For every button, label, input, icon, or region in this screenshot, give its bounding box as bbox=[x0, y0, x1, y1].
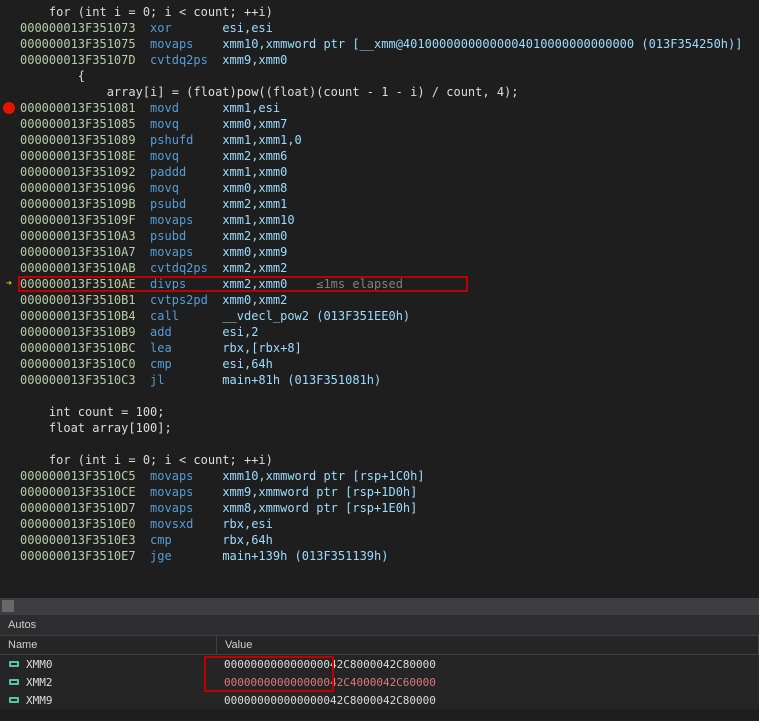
autos-row[interactable]: XMM0 000000000000000042C8000042C80000 bbox=[0, 655, 759, 673]
asm-line: 000000013F3510C3 jl main+81h (013F351081… bbox=[0, 372, 759, 388]
register-name: XMM2 bbox=[26, 676, 53, 689]
asm-line: 000000013F351085 movq xmm0,xmm7 bbox=[0, 116, 759, 132]
register-icon bbox=[8, 694, 20, 706]
asm-line: 000000013F351075 movaps xmm10,xmmword pt… bbox=[0, 36, 759, 52]
autos-row[interactable]: XMM2 000000000000000042C4000042C60000 bbox=[0, 673, 759, 691]
asm-line: 000000013F35107D cvtdq2ps xmm9,xmm0 bbox=[0, 52, 759, 68]
disassembly-pane[interactable]: for (int i = 0; i < count; ++i) 00000001… bbox=[0, 0, 759, 598]
asm-line: 000000013F3510A7 movaps xmm0,xmm9 bbox=[0, 244, 759, 260]
asm-line: 000000013F35109B psubd xmm2,xmm1 bbox=[0, 196, 759, 212]
register-name: XMM9 bbox=[26, 694, 53, 707]
register-icon bbox=[8, 676, 20, 688]
asm-line: 000000013F351089 pshufd xmm1,xmm1,0 bbox=[0, 132, 759, 148]
elapsed-time-badge: ≤1ms elapsed bbox=[316, 277, 403, 291]
source-line: int count = 100; bbox=[0, 404, 759, 420]
breakpoint-icon[interactable] bbox=[2, 100, 16, 116]
blank-line bbox=[0, 388, 759, 404]
col-header-name[interactable]: Name bbox=[0, 636, 217, 654]
source-line: for (int i = 0; i < count; ++i) bbox=[0, 452, 759, 468]
asm-line: 000000013F3510BC lea rbx,[rbx+8] bbox=[0, 340, 759, 356]
asm-line: 000000013F3510CE movaps xmm9,xmmword ptr… bbox=[0, 484, 759, 500]
register-icon bbox=[8, 658, 20, 670]
current-line-arrow-icon: ➔ bbox=[2, 276, 16, 292]
asm-line: 000000013F351096 movq xmm0,xmm8 bbox=[0, 180, 759, 196]
register-value[interactable]: 000000000000000042C4000042C60000 bbox=[216, 676, 759, 689]
register-value[interactable]: 000000000000000042C8000042C80000 bbox=[216, 658, 759, 671]
source-line: float array[100]; bbox=[0, 420, 759, 436]
asm-line: 000000013F351073 xor esi,esi bbox=[0, 20, 759, 36]
col-header-value[interactable]: Value bbox=[217, 636, 759, 654]
asm-line: 000000013F3510AB cvtdq2ps xmm2,xmm2 bbox=[0, 260, 759, 276]
asm-line: 000000013F3510D7 movaps xmm8,xmmword ptr… bbox=[0, 500, 759, 516]
autos-panel: Autos Name Value XMM0 000000000000000042… bbox=[0, 614, 759, 709]
asm-line: 000000013F3510B9 add esi,2 bbox=[0, 324, 759, 340]
asm-line: 000000013F3510B1 cvtps2pd xmm0,xmm2 bbox=[0, 292, 759, 308]
asm-line: 000000013F3510E0 movsxd rbx,esi bbox=[0, 516, 759, 532]
register-value[interactable]: 000000000000000042C8000042C80000 bbox=[216, 694, 759, 707]
autos-row[interactable]: XMM9 000000000000000042C8000042C80000 bbox=[0, 691, 759, 709]
asm-line-breakpoint[interactable]: 000000013F351081 movd xmm1,esi bbox=[0, 100, 759, 116]
asm-line: 000000013F3510E3 cmp rbx,64h bbox=[0, 532, 759, 548]
asm-line: 000000013F3510C0 cmp esi,64h bbox=[0, 356, 759, 372]
autos-title: Autos bbox=[0, 615, 759, 635]
asm-line: 000000013F35109F movaps xmm1,xmm10 bbox=[0, 212, 759, 228]
asm-line: 000000013F3510E7 jge main+139h (013F3511… bbox=[0, 548, 759, 564]
horizontal-scrollbar[interactable] bbox=[0, 598, 759, 614]
asm-line-current: ➔000000013F3510AE divps xmm2,xmm0 ≤1ms e… bbox=[0, 276, 759, 292]
blank-line bbox=[0, 436, 759, 452]
register-name: XMM0 bbox=[26, 658, 53, 671]
asm-line: 000000013F351092 paddd xmm1,xmm0 bbox=[0, 164, 759, 180]
source-line: for (int i = 0; i < count; ++i) bbox=[0, 4, 759, 20]
asm-line: 000000013F3510B4 call __vdecl_pow2 (013F… bbox=[0, 308, 759, 324]
source-line: array[i] = (float)pow((float)(count - 1 … bbox=[0, 84, 759, 100]
autos-header: Name Value bbox=[0, 635, 759, 655]
scrollbar-thumb[interactable] bbox=[2, 600, 14, 612]
asm-line: 000000013F3510C5 movaps xmm10,xmmword pt… bbox=[0, 468, 759, 484]
asm-line: 000000013F35108E movq xmm2,xmm6 bbox=[0, 148, 759, 164]
asm-line: 000000013F3510A3 psubd xmm2,xmm0 bbox=[0, 228, 759, 244]
source-line: { bbox=[0, 68, 759, 84]
